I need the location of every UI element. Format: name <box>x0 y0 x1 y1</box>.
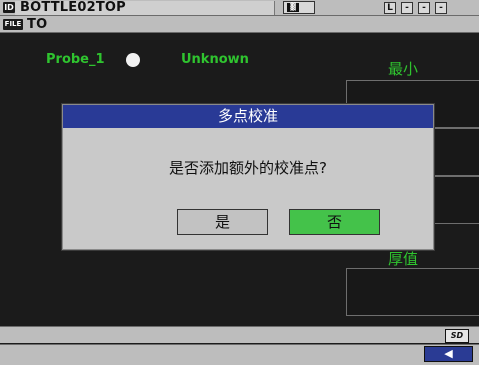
id-status-bar: ID BOTTLE02TOP ▓ L - - - <box>0 0 479 16</box>
file-tag: FILE <box>3 19 23 30</box>
multi-point-calibration-dialog: 多点校准 是否添加额外的校准点? 是 否 <box>62 104 434 250</box>
slot-indicator-3: - <box>418 2 430 14</box>
dialog-title: 多点校准 <box>63 105 433 128</box>
mode-icon: ▓ <box>287 3 299 12</box>
no-button[interactable]: 否 <box>289 209 380 235</box>
mode-indicator: ▓ <box>283 1 315 14</box>
thickness-label: 厚值 <box>388 250 419 268</box>
file-status-bar: FILE TO <box>0 16 479 33</box>
probe-name: Probe_1 <box>46 52 105 67</box>
slot-indicator-2: - <box>401 2 413 14</box>
dialog-message: 是否添加额外的校准点? <box>169 159 327 177</box>
yes-button[interactable]: 是 <box>177 209 268 235</box>
value-panel-4 <box>346 268 479 316</box>
back-arrow-icon[interactable]: ◀ <box>424 346 473 362</box>
probe-status: Unknown <box>181 52 249 67</box>
probe-status-indicator <box>126 53 140 67</box>
slot-indicator-1: L <box>384 2 396 14</box>
footer-bar-1: SD <box>0 326 479 343</box>
file-value: TO <box>27 17 48 32</box>
sd-card-icon: SD <box>445 329 469 343</box>
id-tag: ID <box>3 2 15 13</box>
min-label: 最小 <box>388 60 419 78</box>
slot-indicator-4: - <box>435 2 447 14</box>
footer-bar-2: ◀ <box>0 344 479 365</box>
id-value: BOTTLE02TOP <box>20 0 126 15</box>
